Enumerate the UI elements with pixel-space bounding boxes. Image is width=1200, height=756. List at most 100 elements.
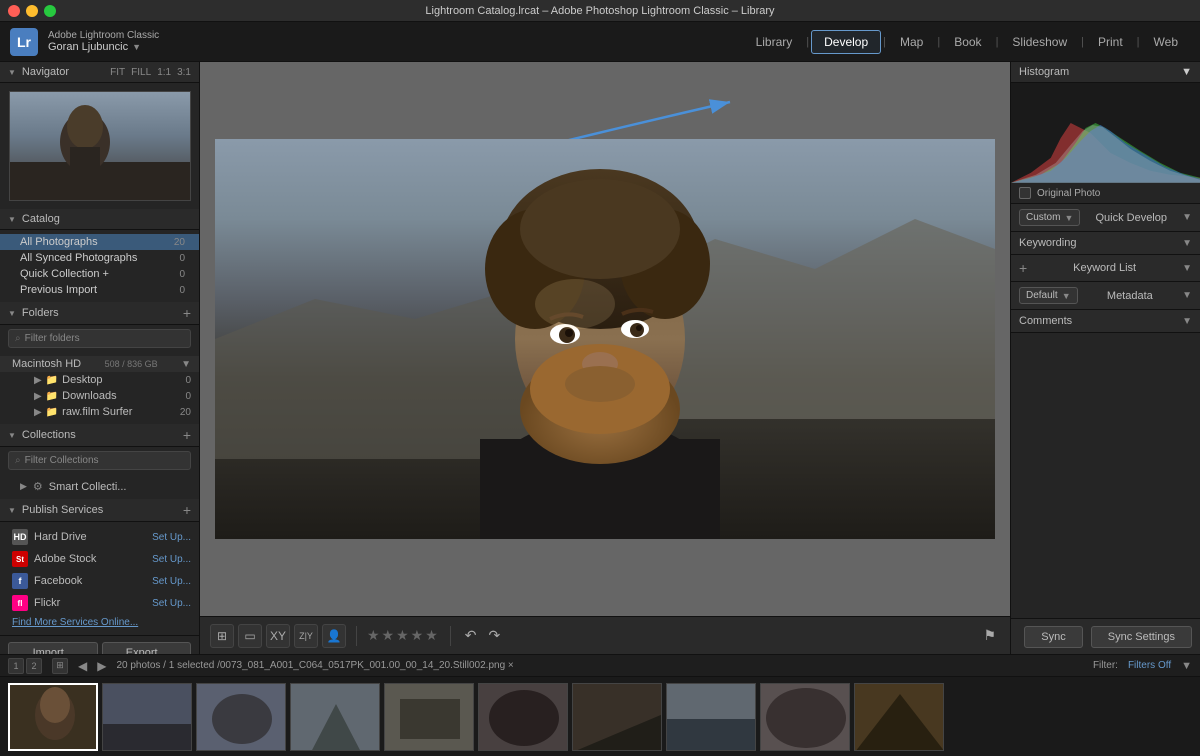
import-button[interactable]: Import... (8, 642, 98, 654)
grid-view-button[interactable]: ⊞ (210, 624, 234, 648)
rotate-left-button[interactable]: ↶ (461, 627, 481, 644)
compare-view-button[interactable]: XY (266, 624, 290, 648)
star-rating[interactable]: ★★★★★ (367, 627, 440, 644)
filmstrip-thumb-5[interactable] (384, 683, 474, 751)
photo-area[interactable] (200, 62, 1010, 616)
keywording-header[interactable]: Keywording ▼ (1011, 232, 1200, 254)
nav-sep-5: | (1079, 36, 1086, 48)
find-more-services[interactable]: Find More Services Online... (0, 614, 199, 631)
loupe-view-button[interactable]: ▭ (238, 624, 262, 648)
collections-search[interactable]: ⌕ Filter Collections (8, 451, 191, 470)
filmstrip-thumb-1[interactable] (8, 683, 98, 751)
filmstrip-thumb-10[interactable] (854, 683, 944, 751)
page-2-button[interactable]: 2 (26, 658, 42, 674)
sync-button[interactable]: Sync (1024, 626, 1082, 648)
navigator-header[interactable]: ▼ Navigator FIT FILL 1:1 3:1 (0, 62, 199, 83)
folders-search[interactable]: ⌕ Filter folders (8, 329, 191, 348)
close-button[interactable] (8, 5, 20, 17)
tab-develop[interactable]: Develop (811, 30, 881, 54)
filmstrip-thumb-6[interactable] (478, 683, 568, 751)
nav-prev-button[interactable]: ◀ (78, 659, 87, 673)
adobe-stock-icon: St (12, 551, 28, 567)
catalog-all-photos[interactable]: All Photographs 20 (0, 234, 199, 250)
publish-adobe-stock[interactable]: St Adobe Stock Set Up... (0, 548, 199, 570)
tab-print[interactable]: Print (1086, 31, 1135, 53)
survey-view-button[interactable]: Z|Y (294, 624, 318, 648)
folder-rawfilm[interactable]: ▶ 📁 raw.film Surfer 20 (22, 404, 199, 420)
disk-dropdown[interactable]: ▼ (181, 359, 191, 370)
publish-services-header[interactable]: ▼ Publish Services + (0, 499, 199, 522)
tab-slideshow[interactable]: Slideshow (1000, 31, 1079, 53)
catalog-title: Catalog (22, 213, 60, 225)
publish-flickr[interactable]: fl Flickr Set Up... (0, 592, 199, 614)
collections-header[interactable]: ▼ Collections + (0, 424, 199, 447)
export-button[interactable]: Export... (102, 642, 192, 654)
filmstrip-thumb-7[interactable] (572, 683, 662, 751)
minimize-button[interactable] (26, 5, 38, 17)
smart-collections[interactable]: ▶ ⚙ Smart Collecti... (0, 478, 199, 495)
folder-downloads[interactable]: ▶ 📁 Downloads 0 (22, 388, 199, 404)
tab-web[interactable]: Web (1142, 31, 1190, 53)
user-dropdown-icon[interactable]: ▼ (132, 42, 141, 52)
zoom-fit[interactable]: FIT (110, 67, 125, 78)
metadata-header[interactable]: Default ▼ Metadata ▼ (1011, 282, 1200, 309)
filmstrip-thumb-3[interactable] (196, 683, 286, 751)
nav-sep-6: | (1135, 36, 1142, 48)
metadata-preset-dropdown: ▼ (1062, 291, 1071, 301)
rotate-right-button[interactable]: ↷ (485, 627, 505, 644)
flickr-setup[interactable]: Set Up... (152, 598, 191, 609)
flickr-label: Flickr (34, 597, 60, 609)
keyword-list-add-button[interactable]: + (1019, 260, 1027, 276)
filmstrip-thumb-4[interactable] (290, 683, 380, 751)
quick-develop-title: Quick Develop (1095, 212, 1167, 224)
keyword-list-header[interactable]: + Keyword List ▼ (1011, 255, 1200, 281)
histogram-title: Histogram (1019, 66, 1069, 78)
navigator-image (10, 92, 190, 200)
app-name: Adobe Lightroom Classic (48, 30, 159, 41)
collections-add-button[interactable]: + (183, 428, 191, 442)
macintosh-hd-size: 508 / 836 GB (105, 359, 158, 369)
sync-bar: Sync Sync Settings (1011, 618, 1200, 654)
tab-library[interactable]: Library (744, 31, 805, 53)
view-page-buttons: 1 2 (8, 658, 42, 674)
page-1-button[interactable]: 1 (8, 658, 24, 674)
preset-select[interactable]: Custom ▼ (1019, 209, 1080, 226)
quick-develop-header[interactable]: Custom ▼ Quick Develop ▼ (1011, 204, 1200, 231)
folders-add-button[interactable]: + (183, 306, 191, 320)
catalog-synced-photos[interactable]: All Synced Photographs 0 (0, 250, 199, 266)
metadata-preset-select[interactable]: Default ▼ (1019, 287, 1078, 304)
zoom-1to1[interactable]: 1:1 (157, 67, 171, 78)
zoom-fill[interactable]: FILL (131, 67, 151, 78)
folder-macintosh-hd[interactable]: Macintosh HD 508 / 836 GB ▼ (0, 356, 199, 372)
publish-facebook[interactable]: f Facebook Set Up... (0, 570, 199, 592)
catalog-prev-import[interactable]: Previous Import 0 (0, 282, 199, 298)
zoom-3to1[interactable]: 3:1 (177, 67, 191, 78)
original-photo-checkbox[interactable] (1019, 187, 1031, 199)
folder-desktop[interactable]: ▶ 📁 Desktop 0 (22, 372, 199, 388)
folders-header[interactable]: ▼ Folders + (0, 302, 199, 325)
sync-settings-button[interactable]: Sync Settings (1091, 626, 1192, 648)
tab-map[interactable]: Map (888, 31, 935, 53)
adobe-stock-setup[interactable]: Set Up... (152, 554, 191, 565)
filmstrip-thumb-9[interactable] (760, 683, 850, 751)
catalog-quick-collection[interactable]: Quick Collection + 0 (0, 266, 199, 282)
comments-header[interactable]: Comments ▼ (1011, 310, 1200, 332)
catalog-header[interactable]: ▼ Catalog (0, 209, 199, 230)
people-view-button[interactable]: 👤 (322, 624, 346, 648)
facebook-setup[interactable]: Set Up... (152, 576, 191, 587)
navigator-preview[interactable] (9, 91, 191, 201)
histogram-header[interactable]: Histogram ▼ (1011, 62, 1200, 83)
grid-layout-button[interactable]: ⊞ (52, 658, 68, 674)
filter-dropdown[interactable]: ▼ (1181, 660, 1192, 672)
filmstrip-thumb-2[interactable] (102, 683, 192, 751)
filter-value[interactable]: Filters Off (1128, 660, 1171, 671)
publish-hard-drive[interactable]: HD Hard Drive Set Up... (0, 526, 199, 548)
flag-button[interactable]: ⚑ (979, 627, 1000, 644)
top-navigation: Lr Adobe Lightroom Classic Goran Ljubunc… (0, 22, 1200, 62)
publish-add-button[interactable]: + (183, 503, 191, 517)
hard-drive-setup[interactable]: Set Up... (152, 532, 191, 543)
filmstrip-thumb-8[interactable] (666, 683, 756, 751)
tab-book[interactable]: Book (942, 31, 993, 53)
maximize-button[interactable] (44, 5, 56, 17)
nav-next-button[interactable]: ▶ (97, 659, 106, 673)
